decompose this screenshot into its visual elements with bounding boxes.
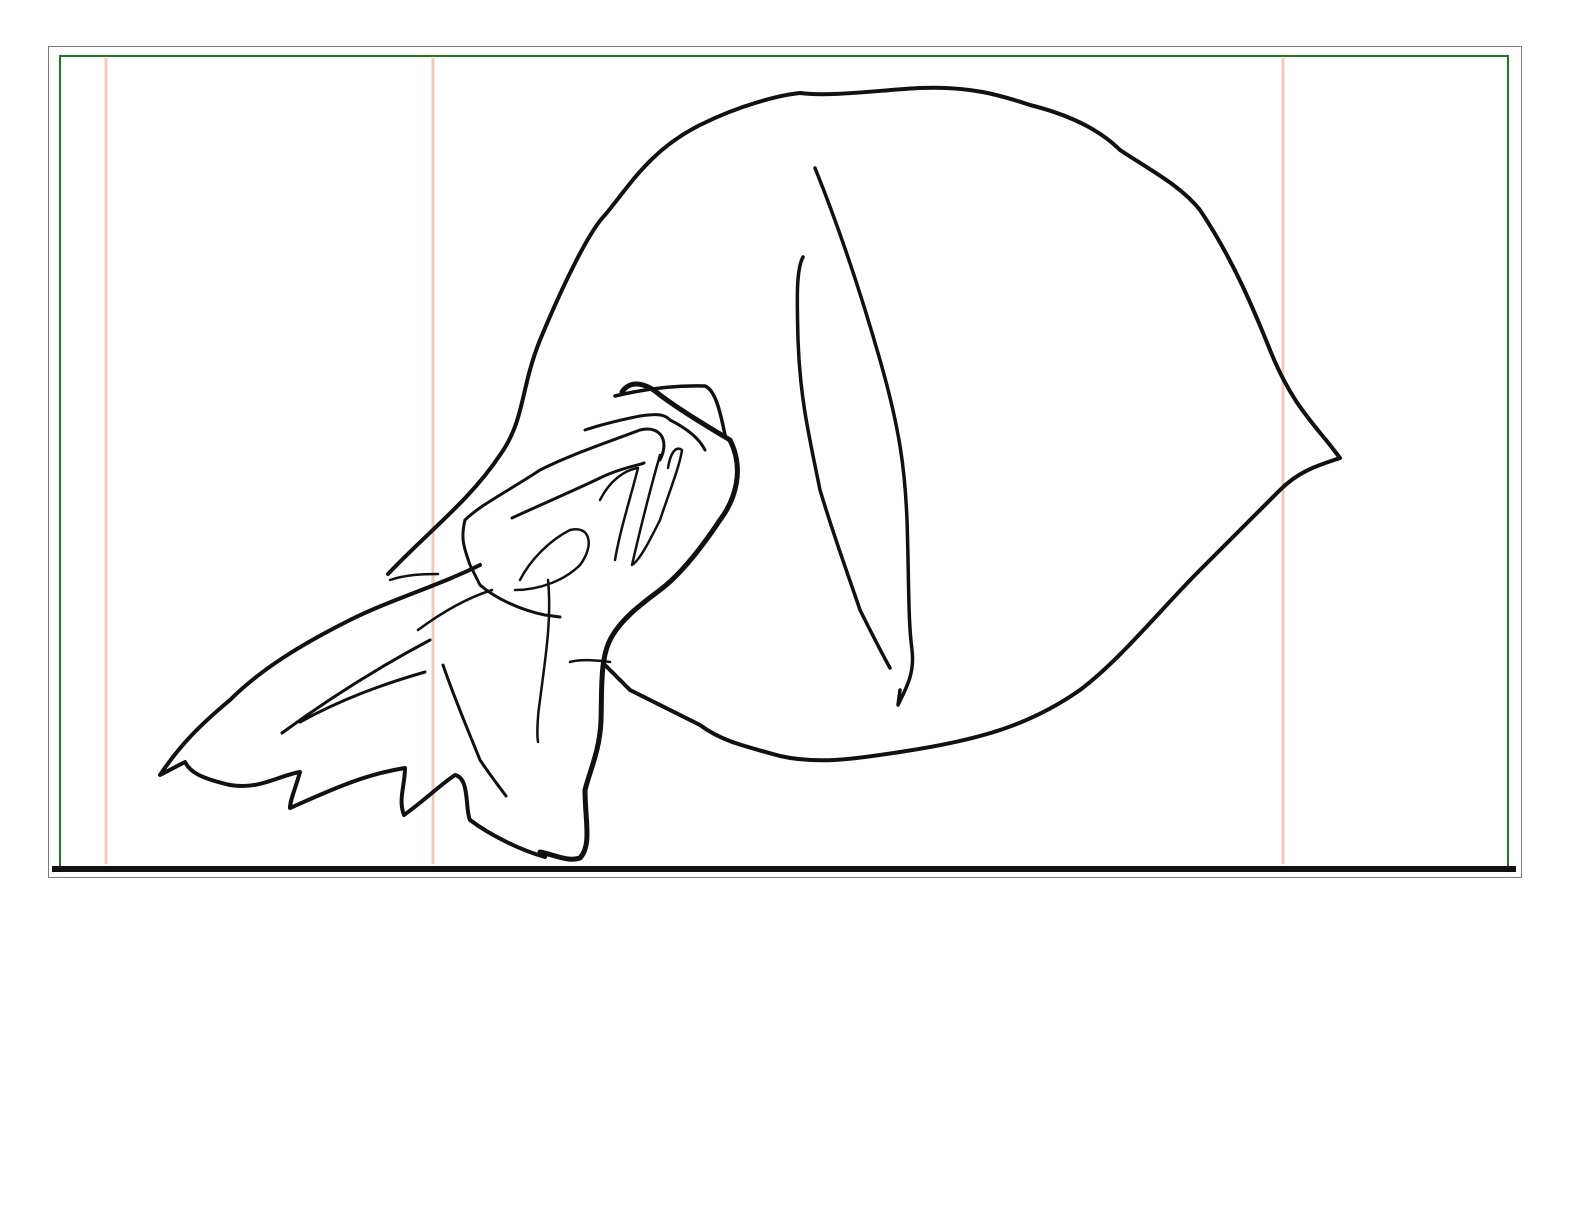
body-fold-stroke bbox=[813, 166, 915, 707]
safe-area-frame bbox=[59, 55, 1509, 868]
cloth-tail-stroke bbox=[388, 572, 440, 582]
loop-stroke bbox=[463, 427, 666, 522]
loop-stroke bbox=[536, 578, 551, 744]
page bbox=[0, 0, 1584, 1224]
loop-stroke bbox=[461, 518, 562, 619]
loop-stroke bbox=[568, 658, 612, 664]
loop-stroke bbox=[416, 588, 494, 632]
loop-stroke bbox=[513, 527, 590, 592]
cloth-tail-outline bbox=[158, 563, 547, 859]
loop-stroke bbox=[598, 466, 640, 562]
loop-stroke bbox=[630, 447, 684, 567]
guide-lines bbox=[104, 58, 1285, 864]
loop-stroke bbox=[510, 461, 646, 520]
bundle-body-outline bbox=[386, 85, 1342, 763]
body-fold-stroke bbox=[795, 255, 892, 670]
sketch-cloth-bundle-icon bbox=[158, 85, 1342, 862]
sketch-canvas[interactable] bbox=[0, 0, 1584, 1224]
